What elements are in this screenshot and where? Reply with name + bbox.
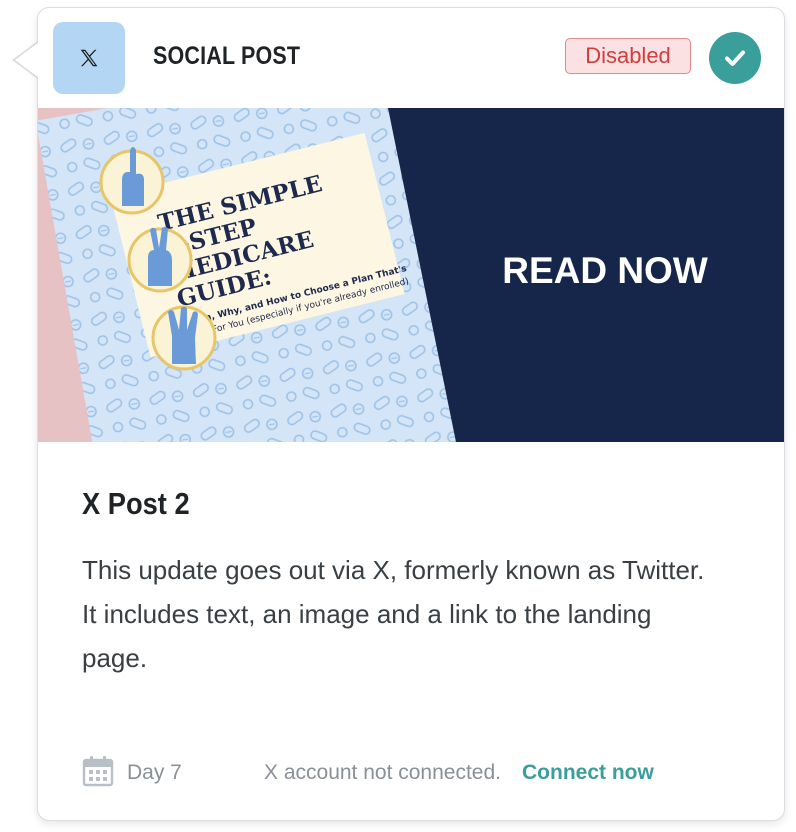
checkmark-icon — [725, 50, 745, 66]
connect-now-link[interactable]: Connect now — [522, 761, 654, 785]
x-logo-icon — [80, 49, 98, 67]
day-label: Day 7 — [127, 761, 182, 784]
card-pointer-fill — [15, 42, 39, 78]
card-footer: Day 7 X account not connected. Connect n… — [38, 753, 784, 793]
connection-status-text: X account not connected. — [264, 761, 501, 784]
banner-image: THE SIMPLE 3-STEP MEDICARE GUIDE: When, … — [38, 108, 784, 442]
post-image-banner[interactable]: THE SIMPLE 3-STEP MEDICARE GUIDE: When, … — [38, 108, 784, 442]
social-post-card[interactable]: SOCIAL POST Disabled THE SIMPLE 3-STEP M… — [37, 7, 785, 821]
hand-two-fingers-icon — [127, 226, 193, 293]
read-now-cta: READ NOW — [502, 250, 708, 291]
x-logo-badge — [53, 22, 125, 94]
status-badge: Disabled — [565, 38, 691, 74]
card-type-title: SOCIAL POST — [153, 42, 301, 70]
hand-three-fingers-icon — [151, 305, 217, 371]
post-title: X Post 2 — [82, 486, 190, 521]
post-description: This update goes out via X, formerly kno… — [82, 555, 705, 673]
card-header: SOCIAL POST Disabled — [38, 8, 784, 108]
calendar-icon — [82, 756, 114, 787]
complete-toggle-button[interactable] — [709, 32, 761, 84]
